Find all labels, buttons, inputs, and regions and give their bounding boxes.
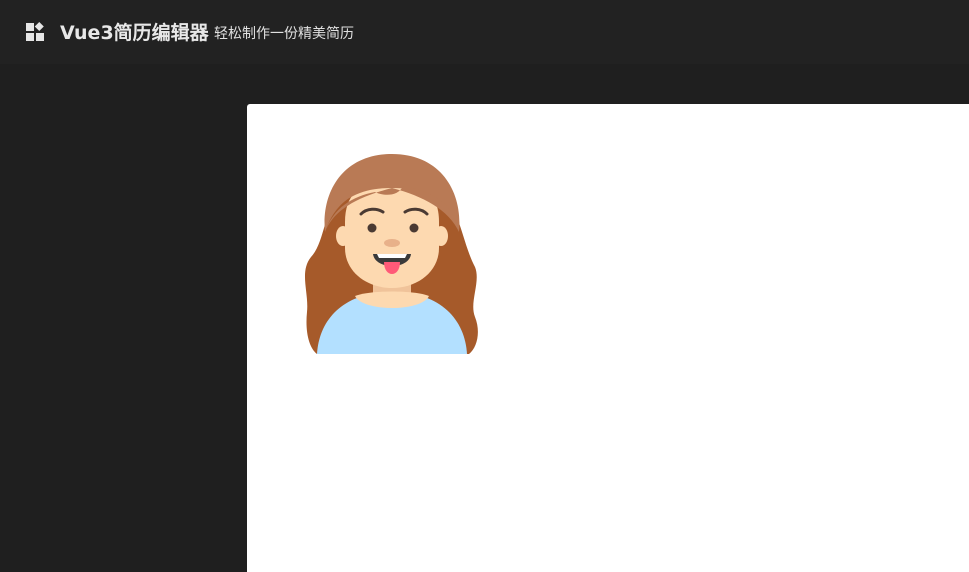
top-header-bar: Vue3简历编辑器 轻松制作一份精美简历 [0, 0, 969, 64]
app-title: Vue3简历编辑器 [60, 22, 209, 44]
widgets-icon [26, 22, 44, 41]
app-subtitle: 轻松制作一份精美简历 [214, 26, 354, 42]
female-avatar-icon[interactable] [303, 152, 481, 354]
